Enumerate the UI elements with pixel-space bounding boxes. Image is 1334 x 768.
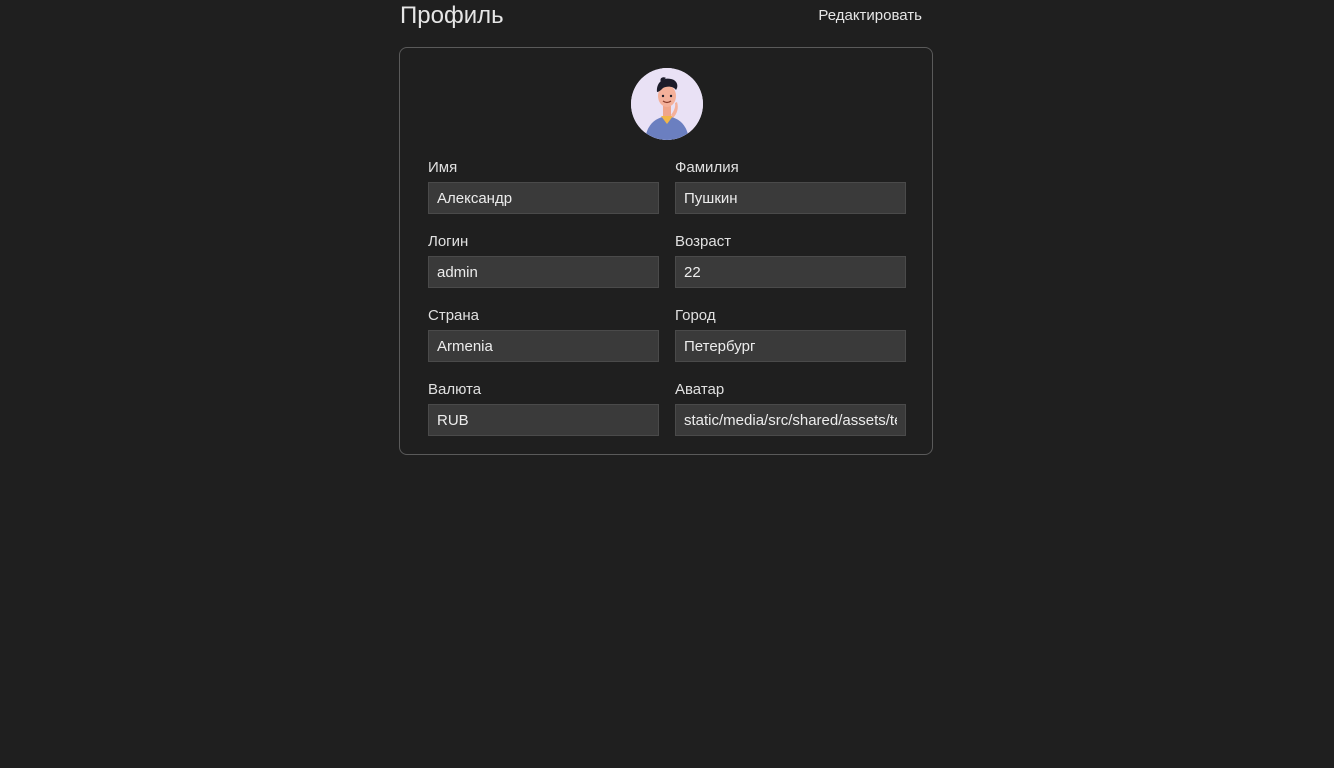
last-name-field-group: Фамилия — [675, 158, 906, 214]
last-name-label: Фамилия — [675, 159, 739, 176]
profile-page: Профиль Редактировать Имя Александр Фами… — [0, 0, 1334, 768]
country-field-group: Страна — [428, 306, 659, 362]
age-field-group: Возраст — [675, 232, 906, 288]
first-name-field-group: Имя — [428, 158, 659, 214]
first-name-field[interactable] — [428, 182, 659, 214]
avatar-url-label: Аватар — [675, 381, 725, 398]
country-label: Страна — [428, 307, 480, 324]
edit-button[interactable]: Редактировать — [818, 6, 922, 26]
last-name-field[interactable] — [675, 182, 906, 214]
avatar-illustration-icon — [631, 68, 703, 140]
username-field-group: Логин — [428, 232, 659, 288]
page-title: Профиль — [400, 2, 504, 29]
city-field[interactable] — [675, 330, 906, 362]
avatar-url-field[interactable] — [675, 404, 906, 436]
city-field-group: Город — [675, 306, 906, 362]
avatar-url-field-group: Аватар — [675, 380, 906, 436]
currency-field-group: Валюта — [428, 380, 659, 436]
profile-header: Профиль Редактировать — [400, 0, 934, 32]
avatar — [631, 68, 703, 140]
currency-field[interactable] — [428, 404, 659, 436]
profile-card: Имя Фамилия Логин Возраст Страна Город — [399, 47, 933, 455]
currency-label: Валюта — [428, 381, 482, 398]
city-label: Город — [675, 307, 716, 324]
age-label: Возраст — [675, 233, 732, 250]
country-field[interactable] — [428, 330, 659, 362]
first-name-label: Имя — [428, 159, 458, 176]
username-label: Логин — [428, 233, 469, 250]
age-field[interactable] — [675, 256, 906, 288]
username-field[interactable] — [428, 256, 659, 288]
